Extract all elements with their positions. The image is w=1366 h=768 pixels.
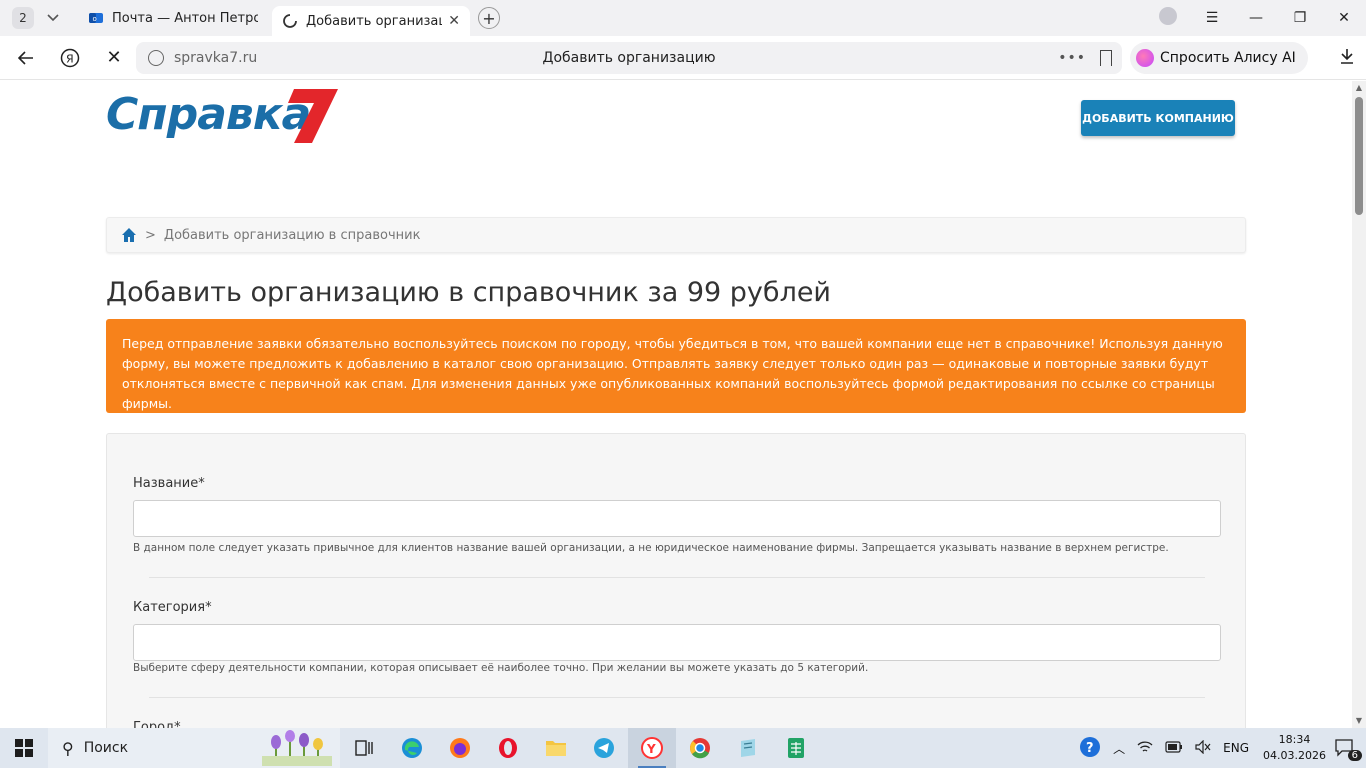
crocus-flowers-icon bbox=[262, 730, 332, 766]
browser-nav-bar: Я ✕ spravka7.ru Добавить организацию •••… bbox=[0, 36, 1366, 80]
breadcrumb-current: Добавить организацию в справочник bbox=[163, 227, 421, 243]
tab-title: Почта — Антон Петров — Яндекс Почта bbox=[112, 10, 258, 26]
volume-muted-icon[interactable] bbox=[1195, 739, 1211, 757]
page-viewport: Справка ДОБАВИТЬ КОМПАНИЮ > Добавить орг… bbox=[0, 81, 1352, 728]
search-icon: ⚲ bbox=[62, 738, 74, 758]
scroll-down-icon[interactable]: ▼ bbox=[1355, 717, 1363, 725]
notifications-icon[interactable]: 6 bbox=[1334, 737, 1362, 761]
notes-app-icon[interactable] bbox=[724, 728, 772, 768]
svg-text:Y: Y bbox=[646, 742, 656, 756]
scroll-up-icon[interactable]: ▲ bbox=[1355, 84, 1363, 92]
mail-icon: o bbox=[89, 13, 103, 23]
svg-text:?: ? bbox=[1086, 741, 1094, 756]
language-indicator[interactable]: ENG bbox=[1223, 741, 1249, 755]
name-label: Название* bbox=[133, 476, 205, 491]
help-icon[interactable]: ? bbox=[1079, 736, 1101, 761]
taskbar-search-label: Поиск bbox=[83, 740, 129, 756]
taskbar-search[interactable]: ⚲ Поиск bbox=[48, 728, 340, 768]
address-bar[interactable]: spravka7.ru Добавить организацию ••• bbox=[136, 42, 1122, 74]
page-scrollbar[interactable]: ▲ ▼ bbox=[1352, 81, 1366, 728]
clock-time: 18:34 bbox=[1278, 733, 1311, 746]
opera-icon[interactable] bbox=[484, 728, 532, 768]
window-controls: ☰ — ❐ ✕ bbox=[1146, 0, 1366, 36]
address-domain: spravka7.ru bbox=[174, 50, 258, 66]
chevron-up-icon[interactable]: ︿ bbox=[1113, 740, 1125, 757]
windows-start-icon[interactable] bbox=[0, 728, 48, 768]
yandex-browser-icon[interactable]: Y bbox=[628, 728, 676, 768]
category-label: Категория* bbox=[133, 600, 212, 615]
alice-icon bbox=[1136, 49, 1154, 67]
address-page-title: Добавить организацию bbox=[542, 50, 716, 66]
battery-icon[interactable] bbox=[1165, 740, 1183, 756]
tab-count-badge[interactable]: 2 bbox=[12, 7, 34, 29]
system-tray: ? ︿ ENG 18:34 04.03.2026 6 bbox=[1073, 728, 1366, 768]
add-organization-form: Название* В данном поле следует указать … bbox=[106, 433, 1246, 728]
svg-text:o: o bbox=[93, 15, 97, 23]
taskbar-clock[interactable]: 18:34 04.03.2026 bbox=[1263, 732, 1326, 764]
alice-label: Спросить Алису AI bbox=[1160, 50, 1296, 66]
add-company-button[interactable]: ДОБАВИТЬ КОМПАНИЮ bbox=[1081, 100, 1235, 136]
page-title: Добавить организацию в справочник за 99 … bbox=[106, 277, 831, 308]
site-logo[interactable]: Справка bbox=[106, 87, 338, 145]
network-icon[interactable] bbox=[1137, 740, 1153, 757]
profile-icon[interactable] bbox=[1146, 7, 1190, 29]
name-input[interactable] bbox=[133, 500, 1221, 537]
name-help-text: В данном поле следует указать привычное … bbox=[133, 542, 1169, 554]
logo-text: Справка bbox=[106, 89, 311, 140]
shield-icon[interactable] bbox=[148, 50, 164, 66]
loading-spinner-icon bbox=[283, 14, 297, 28]
download-icon[interactable] bbox=[1340, 48, 1354, 68]
category-input[interactable] bbox=[133, 624, 1221, 661]
clock-date: 04.03.2026 bbox=[1263, 749, 1326, 762]
breadcrumb: > Добавить организацию в справочник bbox=[106, 217, 1246, 253]
edge-icon[interactable] bbox=[388, 728, 436, 768]
spreadsheet-icon[interactable] bbox=[772, 728, 820, 768]
category-help-text: Выберите сферу деятельности компании, ко… bbox=[133, 662, 869, 674]
divider bbox=[149, 697, 1205, 698]
stop-loading-icon[interactable]: ✕ bbox=[96, 40, 132, 76]
alice-button[interactable]: Спросить Алису AI bbox=[1130, 42, 1308, 74]
chevron-down-icon[interactable] bbox=[42, 7, 64, 29]
notification-count: 6 bbox=[1347, 750, 1362, 761]
menu-icon[interactable]: ☰ bbox=[1190, 10, 1234, 26]
firefox-icon[interactable] bbox=[436, 728, 484, 768]
task-view-icon[interactable] bbox=[340, 728, 388, 768]
warning-notice: Перед отправление заявки обязательно вос… bbox=[106, 319, 1246, 413]
new-tab-button[interactable]: + bbox=[478, 7, 500, 29]
tab-add-organization[interactable]: Добавить организацию ✕ bbox=[272, 6, 470, 36]
svg-text:Я: Я bbox=[66, 52, 74, 65]
more-dots-icon[interactable]: ••• bbox=[1058, 50, 1086, 66]
browser-tab-bar: 2 o Почта — Антон Петров — Яндекс Почта … bbox=[0, 0, 1366, 36]
city-label: Город* bbox=[133, 720, 181, 728]
yandex-icon[interactable]: Я bbox=[52, 40, 88, 76]
file-explorer-icon[interactable] bbox=[532, 728, 580, 768]
logo-seven-icon bbox=[288, 89, 338, 143]
home-icon[interactable] bbox=[121, 227, 137, 243]
telegram-icon[interactable] bbox=[580, 728, 628, 768]
bookmark-icon[interactable] bbox=[1100, 50, 1112, 66]
breadcrumb-separator: > bbox=[145, 227, 156, 243]
back-arrow-icon[interactable] bbox=[8, 40, 44, 76]
close-icon[interactable]: ✕ bbox=[448, 13, 460, 29]
tab-mail[interactable]: o Почта — Антон Петров — Яндекс Почта bbox=[78, 3, 268, 33]
divider bbox=[149, 577, 1205, 578]
restore-icon[interactable]: ❐ bbox=[1278, 10, 1322, 26]
tab-title: Добавить организацию bbox=[306, 13, 442, 29]
scroll-thumb[interactable] bbox=[1355, 97, 1363, 215]
minimize-icon[interactable]: — bbox=[1234, 10, 1278, 26]
close-window-icon[interactable]: ✕ bbox=[1322, 10, 1366, 26]
windows-taskbar: ⚲ Поиск Y ? ︿ ENG 18:34 04.03.2026 6 bbox=[0, 728, 1366, 768]
chrome-icon[interactable] bbox=[676, 728, 724, 768]
